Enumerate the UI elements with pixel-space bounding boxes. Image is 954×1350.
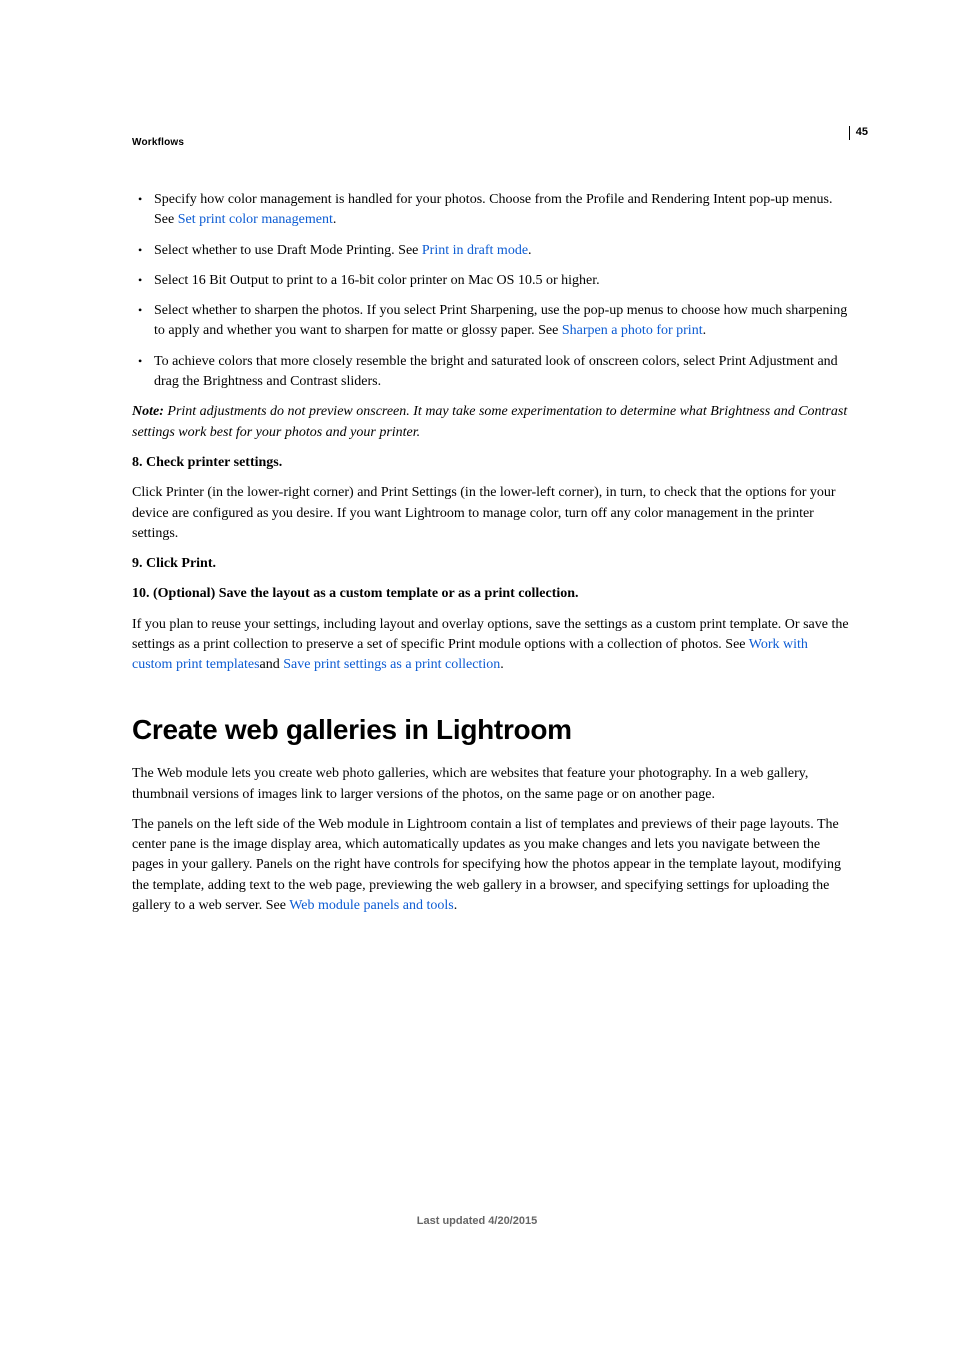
note-body: Print adjustments do not preview onscree… <box>132 404 847 439</box>
page: Workflows 45 Specify how color managemen… <box>0 0 954 1350</box>
note-label: Note: <box>132 404 164 419</box>
link-web-module-panels-and-tools[interactable]: Web module panels and tools <box>289 898 454 913</box>
footer-last-updated: Last updated 4/20/2015 <box>0 1214 954 1230</box>
step-8-heading: 8. Check printer settings. <box>132 453 850 473</box>
web-p1: The Web module lets you create web photo… <box>132 764 850 805</box>
page-content: Specify how color management is handled … <box>132 190 850 916</box>
list-text-post: . <box>333 212 337 227</box>
step-10-post: . <box>500 657 504 672</box>
list-item: Select whether to sharpen the photos. If… <box>132 301 850 342</box>
list-item: Select 16 Bit Output to print to a 16-bi… <box>132 271 850 291</box>
link-sharpen-a-photo-for-print[interactable]: Sharpen a photo for print <box>562 323 703 338</box>
list-text-post: . <box>703 323 707 338</box>
section-title-create-web-galleries: Create web galleries in Lightroom <box>132 710 850 751</box>
web-p2-post: . <box>454 898 458 913</box>
list-text: Select whether to sharpen the photos. If… <box>154 303 847 338</box>
bullet-list: Specify how color management is handled … <box>132 190 850 392</box>
page-number: 45 <box>849 126 868 140</box>
list-item: Select whether to use Draft Mode Printin… <box>132 241 850 261</box>
step-8-body: Click Printer (in the lower-right corner… <box>132 483 850 544</box>
link-set-print-color-management[interactable]: Set print color management <box>178 212 333 227</box>
list-text: Select 16 Bit Output to print to a 16-bi… <box>154 273 600 288</box>
list-item: Specify how color management is handled … <box>132 190 850 231</box>
list-text: To achieve colors that more closely rese… <box>154 354 838 389</box>
link-print-in-draft-mode[interactable]: Print in draft mode <box>422 243 528 258</box>
step-10-pre: If you plan to reuse your settings, incl… <box>132 617 849 652</box>
step-10-heading: 10. (Optional) Save the layout as a cust… <box>132 584 850 604</box>
link-save-print-settings-collection[interactable]: Save print settings as a print collectio… <box>283 657 500 672</box>
step-10-body: If you plan to reuse your settings, incl… <box>132 615 850 676</box>
list-text-post: . <box>528 243 532 258</box>
step-10-mid: and <box>260 657 284 672</box>
web-p2-pre: The panels on the left side of the Web m… <box>132 817 841 913</box>
web-p2: The panels on the left side of the Web m… <box>132 815 850 916</box>
note-paragraph: Note: Print adjustments do not preview o… <box>132 402 850 443</box>
list-item: To achieve colors that more closely rese… <box>132 352 850 393</box>
running-head: Workflows <box>132 136 184 151</box>
list-text: Select whether to use Draft Mode Printin… <box>154 243 422 258</box>
step-9-heading: 9. Click Print. <box>132 554 850 574</box>
